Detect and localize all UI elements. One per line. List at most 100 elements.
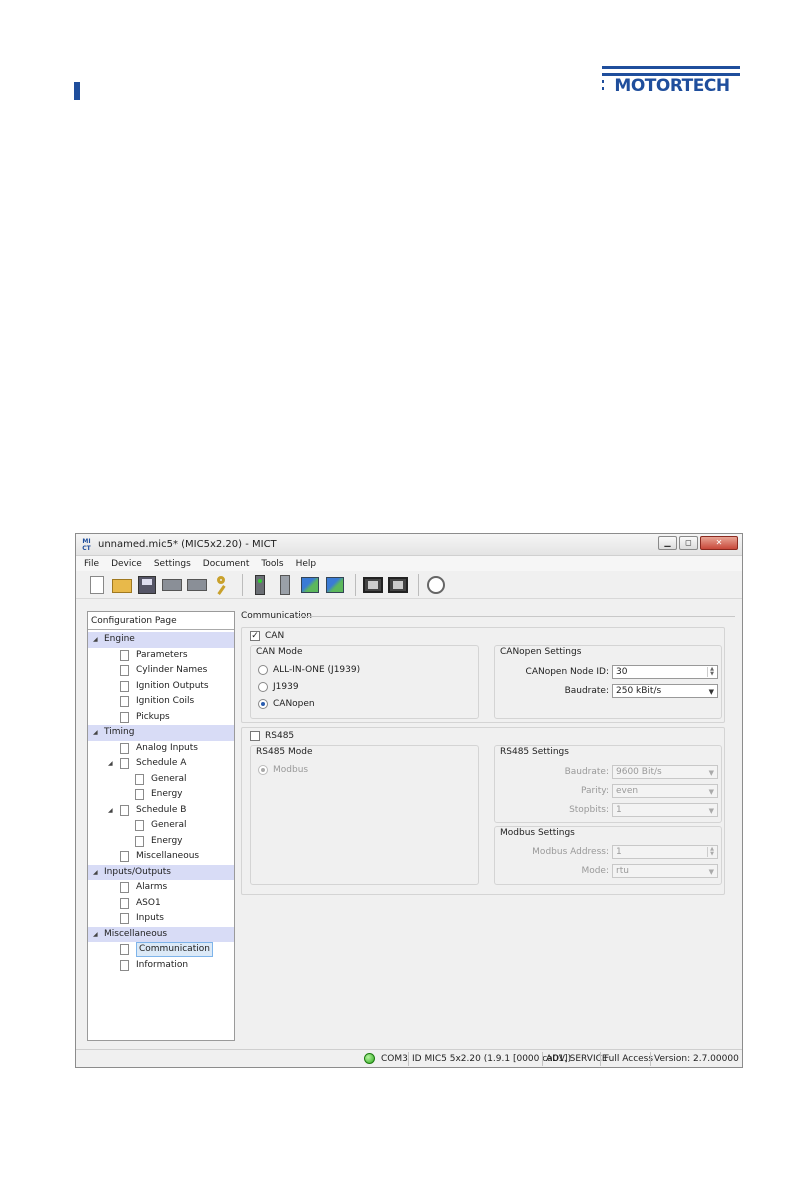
mode-j1939-radio[interactable]: [258, 682, 268, 692]
display-button[interactable]: [387, 574, 409, 596]
device-disconnect-icon: [280, 574, 290, 595]
toolbar: [76, 571, 742, 599]
can-checkbox[interactable]: ✓: [250, 631, 260, 641]
tree-item-general[interactable]: General: [88, 772, 234, 788]
new-document-icon: [90, 575, 104, 594]
tree-item-label: Energy: [151, 835, 183, 846]
menu-file[interactable]: File: [84, 559, 99, 569]
device-connect-button[interactable]: [249, 574, 271, 596]
tree-group-engine[interactable]: ◢ Engine: [88, 632, 234, 648]
chevron-down-icon: ▼: [708, 769, 714, 777]
save-button[interactable]: [136, 574, 158, 596]
parity-select[interactable]: even ▼: [612, 784, 718, 798]
print-setup-button[interactable]: [186, 574, 208, 596]
open-button[interactable]: [111, 574, 133, 596]
modbus-address-field[interactable]: 1 ▲ ▼: [612, 845, 718, 859]
modbus-label: Modbus: [273, 765, 309, 775]
tree-item-information[interactable]: Information: [88, 958, 234, 974]
tree-item-pickups[interactable]: Pickups: [88, 710, 234, 726]
tree-group-timing[interactable]: ◢ Timing: [88, 725, 234, 741]
can-baudrate-select[interactable]: 250 kBit/s ▼: [612, 684, 718, 698]
modbus-settings-group: Modbus Settings Modbus Address: 1 ▲ ▼ Mod…: [494, 826, 722, 885]
tree-item-miscellaneous[interactable]: Miscellaneous: [88, 849, 234, 865]
rs485-checkbox[interactable]: [250, 731, 260, 741]
tree-item-label: Cylinder Names: [136, 665, 208, 675]
toolbar-separator: [355, 573, 356, 596]
tree-item-analog-inputs[interactable]: Analog Inputs: [88, 741, 234, 757]
title-bar: MI CT unnamed.mic5* (MIC5x2.20) - MICT ▁…: [76, 534, 742, 556]
mode-canopen-radio[interactable]: [258, 699, 268, 709]
modbus-mode-select[interactable]: rtu ▼: [612, 864, 718, 878]
tree-item-ignition-coils[interactable]: Ignition Coils: [88, 694, 234, 710]
toolbar-separator: [242, 573, 243, 596]
tree-item-label: Inputs: [136, 913, 164, 923]
rs485-baudrate-select[interactable]: 9600 Bit/s ▼: [612, 765, 718, 779]
tree-item-label: Parameters: [136, 649, 188, 660]
tree-group-label: Timing: [104, 727, 135, 737]
tree-item-cylinder-names[interactable]: Cylinder Names: [88, 663, 234, 679]
communication-page: Communication ✓ CAN CAN Mode ALL-IN-ONE …: [239, 611, 739, 1043]
tree-item-schedule-a[interactable]: ◢ Schedule A: [88, 756, 234, 772]
gauge-button[interactable]: [425, 574, 447, 596]
page-icon: [120, 897, 129, 909]
tree-item-energy[interactable]: Energy: [88, 787, 234, 803]
stopbits-value: 1: [616, 805, 622, 815]
tree-group-miscellaneous[interactable]: ◢ Miscellaneous: [88, 926, 234, 942]
modbus-radio[interactable]: [258, 765, 268, 775]
tree-item-label: ASO1: [136, 897, 161, 908]
menu-help[interactable]: Help: [296, 559, 317, 569]
expand-arrow-icon[interactable]: ◢: [108, 803, 113, 818]
open-folder-icon: [112, 578, 132, 593]
expand-arrow-icon[interactable]: ◢: [93, 632, 98, 647]
tree-group-inputs-outputs[interactable]: ◢ Inputs/Outputs: [88, 864, 234, 880]
rs485-mode-title: RS485 Mode: [256, 747, 313, 757]
device-disconnect-button[interactable]: [274, 574, 296, 596]
new-document-button[interactable]: [86, 574, 108, 596]
stopbits-select[interactable]: 1 ▼: [612, 803, 718, 817]
monitor-button[interactable]: [362, 574, 384, 596]
canopen-settings-group: CANopen Settings CANopen Node ID: 30 ▲ ▼ …: [494, 645, 722, 719]
access-key-button[interactable]: [211, 574, 233, 596]
modbus-address-label: Modbus Address:: [532, 847, 609, 857]
can-panel: ✓ CAN CAN Mode ALL-IN-ONE (J1939) J1939 …: [241, 627, 725, 723]
expand-arrow-icon[interactable]: ◢: [93, 725, 98, 740]
modbus-address-spinner[interactable]: ▲ ▼: [707, 847, 716, 857]
tree-item-alarms[interactable]: Alarms: [88, 880, 234, 896]
menu-bar: File Device Settings Document Tools Help: [76, 556, 742, 571]
maximize-button[interactable]: ◻: [679, 536, 698, 550]
menu-tools[interactable]: Tools: [261, 559, 283, 569]
print-icon: [162, 578, 182, 591]
read-device-button[interactable]: [299, 574, 321, 596]
status-divider: [542, 1052, 543, 1066]
menu-device[interactable]: Device: [111, 559, 142, 569]
menu-document[interactable]: Document: [203, 559, 250, 569]
expand-arrow-icon[interactable]: ◢: [93, 865, 98, 880]
node-id-field[interactable]: 30 ▲ ▼: [612, 665, 718, 679]
tree-item-general[interactable]: General: [88, 818, 234, 834]
tree-item-ignition-outputs[interactable]: Ignition Outputs: [88, 679, 234, 695]
tree-item-communication[interactable]: Communication: [88, 942, 234, 958]
device-connect-icon: [255, 574, 265, 595]
modbus-mode-label: Mode:: [581, 866, 609, 876]
can-mode-group: CAN Mode ALL-IN-ONE (J1939) J1939 CANope…: [250, 645, 479, 719]
tree-item-energy[interactable]: Energy: [88, 834, 234, 850]
tree-item-parameters[interactable]: Parameters: [88, 648, 234, 664]
status-access: Full Access: [604, 1054, 654, 1064]
print-button[interactable]: [161, 574, 183, 596]
network-write-icon: [326, 576, 344, 593]
minimize-button[interactable]: ▁: [658, 536, 677, 550]
node-id-spinner[interactable]: ▲ ▼: [707, 667, 716, 677]
tree-item-aso1[interactable]: ASO1: [88, 896, 234, 912]
modbus-address-value: 1: [616, 847, 622, 857]
rs485-panel: RS485 RS485 Mode Modbus RS485 Settings B…: [241, 727, 725, 895]
parity-label: Parity:: [581, 786, 609, 796]
tree-item-inputs[interactable]: Inputs: [88, 911, 234, 927]
mode-all-in-one-radio[interactable]: [258, 665, 268, 675]
expand-arrow-icon[interactable]: ◢: [93, 927, 98, 942]
stopbits-label: Stopbits:: [569, 805, 609, 815]
write-device-button[interactable]: [324, 574, 346, 596]
tree-item-schedule-b[interactable]: ◢ Schedule B: [88, 803, 234, 819]
expand-arrow-icon[interactable]: ◢: [108, 756, 113, 771]
menu-settings[interactable]: Settings: [154, 559, 191, 569]
close-button[interactable]: ✕: [700, 536, 738, 550]
